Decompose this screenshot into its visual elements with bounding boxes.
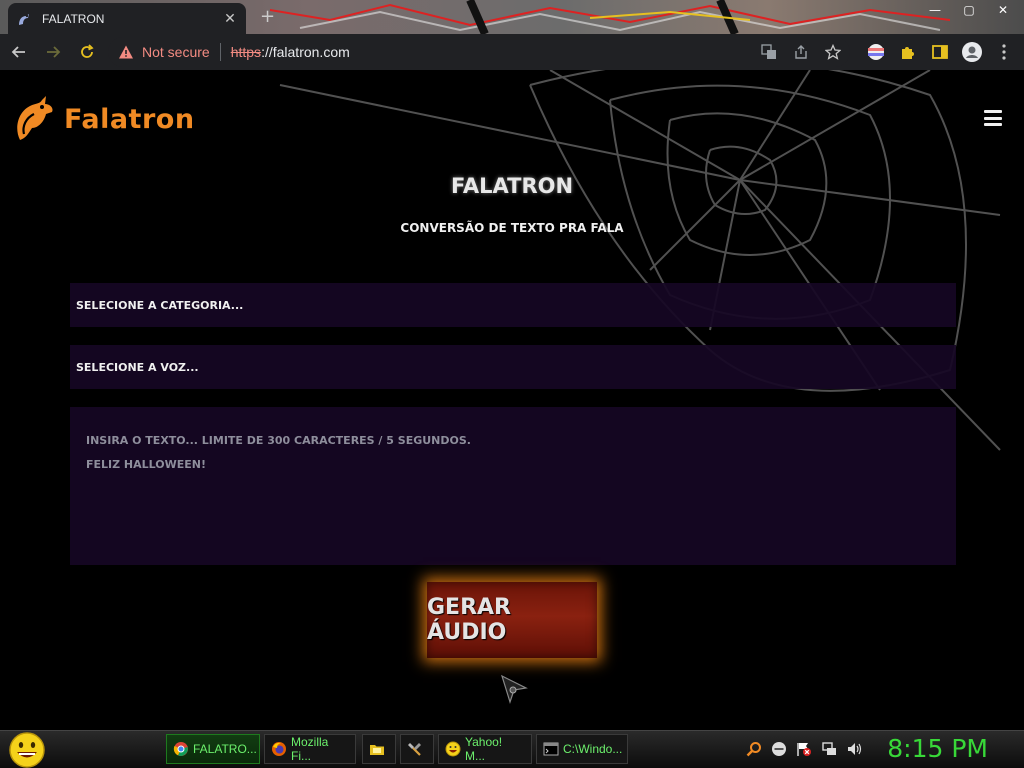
flag-extension-icon[interactable] (866, 42, 886, 62)
cmd-icon (543, 742, 559, 756)
back-arrow-icon (11, 46, 25, 58)
mouse-cursor-icon (501, 674, 528, 704)
generate-audio-button[interactable]: GERAR ÁUDIO (427, 582, 597, 658)
extensions-puzzle-icon[interactable] (898, 42, 918, 62)
brand-name: Falatron (64, 103, 195, 135)
reload-button[interactable] (72, 37, 102, 67)
share-icon[interactable] (792, 43, 810, 61)
reload-icon (81, 44, 94, 58)
taskbar-task-chrome[interactable]: FALATRO... (166, 734, 260, 764)
textarea-placeholder: INSIRA O TEXTO... LIMITE DE 300 CARACTER… (86, 434, 471, 447)
tab-title: FALATRON (42, 11, 105, 26)
textarea-line-2: FELIZ HALLOWEEN! (86, 458, 207, 471)
falatron-favicon-icon (19, 13, 29, 25)
tools-icon (408, 743, 421, 756)
taskbar-task-folder[interactable] (362, 734, 396, 764)
window-controls: — ▢ ✕ (918, 0, 1020, 20)
wallpaper-graffiti (270, 0, 950, 34)
taskbar-clock[interactable]: 8:15 PM (887, 734, 988, 763)
url-domain: ://falatron.com (261, 44, 350, 60)
tab-close-icon[interactable]: ✕ (222, 11, 238, 27)
taskbar-task-firefox[interactable]: Mozilla Fi... (264, 734, 356, 764)
task-label: FALATRO... (193, 742, 257, 756)
taskbar-task-tools[interactable] (400, 734, 434, 764)
chrome-icon (173, 742, 188, 756)
not-secure-label[interactable]: Not secure (142, 44, 210, 60)
warning-icon (119, 45, 133, 59)
new-tab-button[interactable]: + (260, 6, 275, 27)
category-select[interactable]: SELECIONE A CATEGORIA... (70, 283, 956, 327)
page-subtitle: CONVERSÃO DE TEXTO PRA FALA (400, 221, 624, 235)
close-window-button[interactable]: ✕ (986, 0, 1020, 20)
spider-web-decoration (279, 70, 1001, 451)
task-label: Yahoo! M... (465, 735, 503, 763)
search-tray-icon[interactable] (746, 741, 762, 757)
bookmark-star-icon[interactable] (824, 43, 842, 61)
minimize-button[interactable]: — (918, 0, 952, 20)
omnibox-separator (219, 43, 221, 61)
falatron-page: Falatron FALATRON CONVERSÃO DE TEXTO PRA… (0, 70, 1024, 730)
address-bar[interactable]: Not secure https://falatron.com (108, 37, 850, 67)
browser-tab-falatron[interactable]: FALATRON ✕ (8, 3, 246, 34)
falatron-logo[interactable]: Falatron (12, 94, 195, 144)
text-input-area[interactable]: INSIRA O TEXTO... LIMITE DE 300 CARACTER… (70, 407, 956, 565)
taskbar-task-yahoo-messenger[interactable]: Yahoo! M... (438, 734, 532, 764)
task-label: C:\Windo... (563, 742, 623, 756)
hamburger-menu-icon[interactable] (984, 110, 1002, 126)
extension-icons (866, 42, 1014, 62)
falatron-logo-icon (17, 96, 53, 140)
url-text[interactable]: https://falatron.com (231, 44, 350, 60)
profile-avatar-icon[interactable] (962, 42, 982, 62)
yahoo-messenger-icon (445, 741, 461, 757)
folder-icon (370, 745, 384, 755)
system-tray (746, 741, 862, 757)
voice-select[interactable]: SELECIONE A VOZ... (70, 345, 956, 389)
page-title: FALATRON (450, 174, 574, 198)
taskbar-task-cmd[interactable]: C:\Windo... (536, 734, 628, 764)
messenger-status-icon[interactable] (771, 741, 787, 757)
firefox-icon (272, 742, 286, 756)
window-titlebar: FALATRON ✕ + — ▢ ✕ (0, 0, 1024, 34)
forward-arrow-icon (47, 46, 61, 58)
os-taskbar: FALATRO... Mozilla Fi... Yahoo! M... C:\… (0, 730, 1024, 768)
url-protocol: https (230, 44, 262, 60)
omnibox-actions (760, 43, 842, 61)
back-button[interactable] (4, 37, 34, 67)
browser-toolbar: Not secure https://falatron.com (0, 34, 1024, 70)
forward-button[interactable] (38, 37, 68, 67)
start-button-smiley-icon[interactable] (8, 732, 46, 768)
maximize-button[interactable]: ▢ (952, 0, 986, 20)
task-label: Mozilla Fi... (291, 735, 329, 763)
network-icon[interactable] (821, 741, 837, 757)
side-panel-icon[interactable] (930, 42, 950, 62)
translate-icon[interactable] (760, 43, 778, 61)
security-flag-icon[interactable] (796, 741, 812, 757)
volume-icon[interactable] (846, 741, 862, 757)
browser-menu-icon[interactable] (994, 42, 1014, 62)
